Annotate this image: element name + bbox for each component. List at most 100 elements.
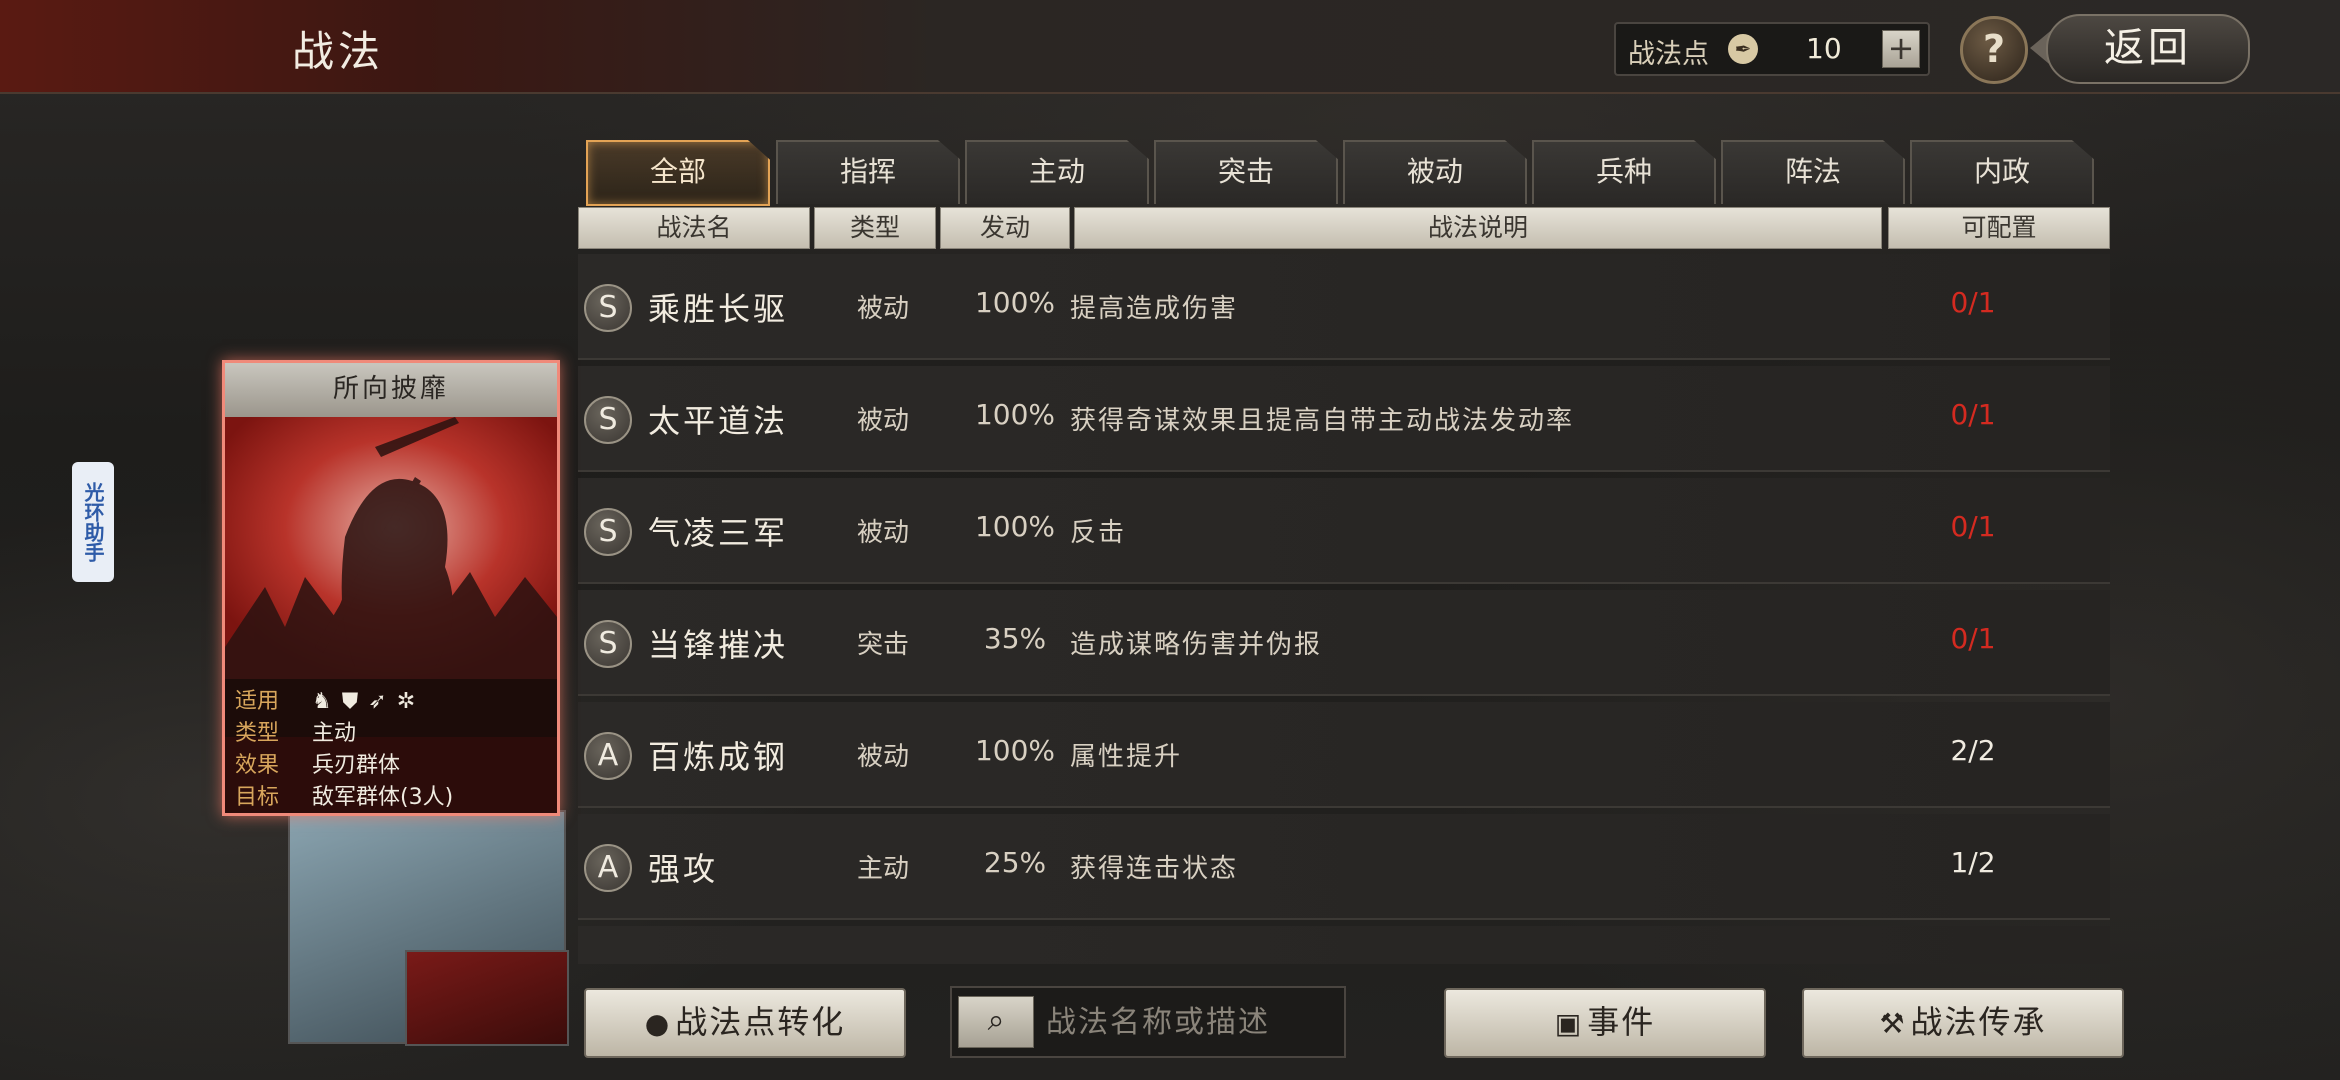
tactic-description: 提高造成伤害: [1070, 294, 1239, 324]
tactic-rate: 25%: [983, 846, 1047, 879]
info-row-target: 目标 敌军群体(3人): [235, 779, 453, 811]
events-button[interactable]: ▣ 事件: [1444, 988, 1766, 1058]
bow-icon: ➶: [368, 689, 397, 714]
tactic-description: 反击: [1070, 518, 1127, 548]
tactic-type: 被动: [856, 518, 909, 548]
tab-passive[interactable]: 被动: [1343, 140, 1527, 204]
alert-icon: ▣: [1554, 1007, 1584, 1040]
tactic-row-partial[interactable]: [578, 926, 2110, 964]
stacked-tactic-card-art[interactable]: [405, 950, 569, 1046]
column-header-name[interactable]: 战法名: [578, 207, 810, 249]
tab-active[interactable]: 主动: [965, 140, 1149, 204]
tactic-rate: 100%: [974, 398, 1056, 431]
hammer-icon: ⚒: [1879, 1007, 1907, 1040]
info-row-apply: 适用 ♞⛊➶✲: [235, 683, 425, 715]
help-button[interactable]: ?: [1960, 16, 2028, 84]
tab-command[interactable]: 指挥: [776, 140, 960, 204]
tactic-type: 突击: [856, 630, 909, 660]
grade-badge: S: [584, 396, 632, 444]
info-key: 类型: [235, 721, 280, 746]
column-header-rate[interactable]: 发动: [940, 207, 1070, 249]
tactic-rate: 100%: [974, 734, 1056, 767]
tab-internal[interactable]: 内政: [1910, 140, 2094, 204]
tactic-description: 属性提升: [1070, 742, 1183, 772]
info-value: 主动: [312, 721, 357, 746]
add-points-button[interactable]: +: [1882, 30, 1920, 68]
column-header-description: 战法说明: [1074, 207, 1882, 249]
tab-formation[interactable]: 阵法: [1721, 140, 1905, 204]
tactic-name: 百炼成钢: [648, 738, 789, 776]
quill-icon: ✒: [1728, 34, 1758, 64]
tactic-description: 获得连击状态: [1070, 854, 1239, 884]
tactic-rate: 100%: [974, 510, 1056, 543]
assistant-side-tab[interactable]: 光环助手: [72, 462, 114, 582]
tactic-config: 2/2: [1950, 734, 1996, 767]
tactic-row[interactable]: S 气凌三军 被动 100% 反击 0/1: [578, 478, 2110, 584]
tactic-config: 0/1: [1950, 286, 1996, 319]
tactic-row[interactable]: S 乘胜长驱 被动 100% 提高造成伤害 0/1: [578, 254, 2110, 360]
tactic-name: 当锋摧决: [648, 626, 789, 664]
tactic-name: 太平道法: [648, 402, 789, 440]
tactic-row[interactable]: A 强攻 主动 25% 获得连击状态 1/2: [578, 814, 2110, 920]
tactic-points-box: 战法点 ✒ 10 +: [1614, 22, 1930, 76]
tactic-type: 被动: [856, 742, 909, 772]
flame-icon: ●: [644, 1007, 672, 1040]
tab-all[interactable]: 全部: [586, 140, 770, 206]
info-key: 适用: [235, 689, 280, 714]
spear-icon: ✲: [396, 689, 426, 714]
tactic-row[interactable]: S 当锋摧决 突击 35% 造成谋略伤害并伪报 0/1: [578, 590, 2110, 696]
tactic-type: 主动: [856, 854, 909, 884]
tactic-config: 0/1: [1950, 398, 1996, 431]
tactic-name: 强攻: [648, 850, 719, 888]
page-title: 战法: [292, 27, 385, 76]
grade-badge: A: [584, 732, 632, 780]
back-button[interactable]: 返回: [2046, 14, 2250, 84]
tab-troop[interactable]: 兵种: [1532, 140, 1716, 204]
grade-badge: S: [584, 284, 632, 332]
convert-points-button[interactable]: ● 战法点转化: [584, 988, 906, 1058]
tactic-inherit-label: 战法传承: [1910, 1003, 2047, 1041]
search-box: ⌕: [950, 986, 1346, 1058]
tactic-config: 1/2: [1950, 846, 1996, 879]
top-bar: 战法 战法点 ✒ 10 + ? 返回: [0, 0, 2340, 94]
tab-assault[interactable]: 突击: [1154, 140, 1338, 204]
grade-badge: A: [584, 844, 632, 892]
grade-badge: S: [584, 508, 632, 556]
tactic-description: 获得奇谋效果且提高自带主动战法发动率: [1070, 406, 1575, 436]
convert-points-label: 战法点转化: [675, 1003, 846, 1041]
tactic-config: 0/1: [1950, 622, 1996, 655]
tactic-points-value: 10: [1806, 32, 1842, 65]
tactic-row[interactable]: A 百炼成钢 被动 100% 属性提升 2/2: [578, 702, 2110, 808]
info-row-effect: 效果 兵刃群体: [235, 747, 400, 779]
tactic-card-info: 适用 ♞⛊➶✲ 类型 主动 效果 兵刃群体 目标 敌军群体(3人): [225, 679, 557, 813]
info-value: 敌军群体(3人): [312, 785, 454, 810]
info-row-type: 类型 主动: [235, 715, 356, 747]
tactic-inherit-button[interactable]: ⚒ 战法传承: [1802, 988, 2124, 1058]
selected-tactic-card[interactable]: 所向披靡 适用 ♞⛊➶✲ 类型 主动 效果 兵刃群体 目标 敌军群体(3人): [222, 360, 560, 816]
troop-type-icons: ♞⛊➶✲: [312, 689, 425, 714]
column-header-type[interactable]: 类型: [814, 207, 936, 249]
tactic-config: 0/1: [1950, 510, 1996, 543]
tactic-description: 造成谋略伤害并伪报: [1070, 630, 1323, 660]
tactic-rate: 100%: [974, 286, 1056, 319]
tactic-rate: 35%: [983, 622, 1047, 655]
tactic-card-title: 所向披靡: [225, 363, 557, 417]
events-label: 事件: [1587, 1003, 1656, 1041]
search-input[interactable]: [1044, 994, 1338, 1050]
tactic-name: 气凌三军: [648, 514, 789, 552]
column-header-config[interactable]: 可配置: [1888, 207, 2110, 249]
category-tabs: 全部 指挥 主动 突击 被动 兵种 阵法 内政: [586, 140, 2096, 206]
info-value: 兵刃群体: [312, 753, 401, 778]
tactic-type: 被动: [856, 406, 909, 436]
tactic-list[interactable]: S 乘胜长驱 被动 100% 提高造成伤害 0/1 S 太平道法 被动 100%…: [578, 254, 2110, 964]
shield-icon: ⛊: [341, 689, 369, 714]
info-key: 目标: [235, 785, 280, 810]
tactic-type: 被动: [856, 294, 909, 324]
info-key: 效果: [235, 753, 280, 778]
tactic-row[interactable]: S 太平道法 被动 100% 获得奇谋效果且提高自带主动战法发动率 0/1: [578, 366, 2110, 472]
cavalry-icon: ♞: [312, 689, 342, 714]
search-icon[interactable]: ⌕: [958, 996, 1034, 1048]
grade-badge: S: [584, 620, 632, 668]
tactic-points-label: 战法点: [1628, 39, 1709, 70]
tactic-name: 乘胜长驱: [648, 290, 789, 328]
